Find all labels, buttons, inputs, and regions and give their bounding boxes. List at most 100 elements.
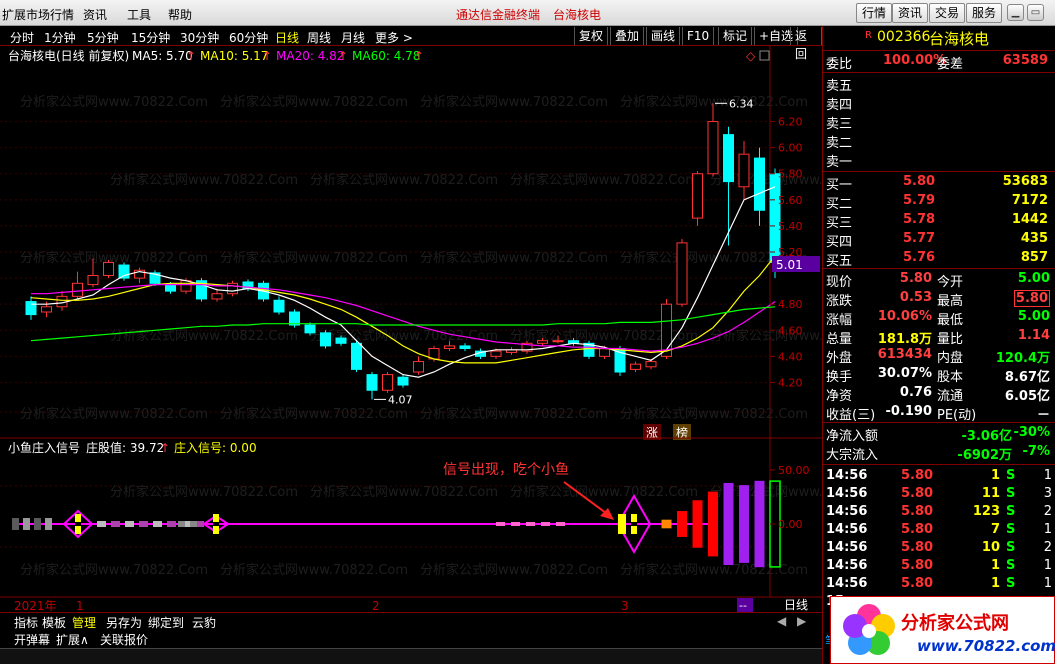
- candle-body: [351, 342, 362, 370]
- tick-price: 5.80: [901, 540, 934, 555]
- period-5min[interactable]: 5分钟: [87, 29, 119, 46]
- sell-level-label: 卖一: [826, 155, 853, 170]
- sell-level-row: 卖二: [823, 132, 1055, 151]
- flow-value: -3.06亿: [961, 429, 1012, 444]
- menu-tools[interactable]: 工具: [127, 6, 151, 23]
- tab-cloud[interactable]: 云豹: [192, 614, 216, 631]
- period-15min[interactable]: 15分钟: [131, 29, 170, 46]
- candle-body: [41, 306, 52, 313]
- stat-value: 0.76: [899, 385, 932, 400]
- tick-time: 14:56: [826, 540, 868, 555]
- indicator-mark: [178, 521, 185, 527]
- period-weekly[interactable]: 周线: [307, 29, 331, 46]
- draw-line-button[interactable]: 画线: [646, 27, 681, 45]
- stat-value: 8.67亿: [1004, 370, 1050, 385]
- scroll-right-icon[interactable]: ▶: [797, 614, 806, 628]
- bottom-toolbar: 开弹幕 扩展∧ 关联报价: [0, 630, 822, 648]
- tab-template[interactable]: 模板: [42, 614, 66, 631]
- candle-body: [87, 274, 99, 286]
- tick-time: 14:56: [826, 558, 868, 573]
- watermark-text: 分析家公式网www.70822.Com: [310, 172, 498, 188]
- quote-stat-row: 换手 30.07% 股本 8.67亿: [823, 366, 1055, 385]
- tick-side: S: [1006, 504, 1016, 519]
- stat-value: 10.06%: [877, 309, 932, 324]
- menu-market[interactable]: 扩展市场行情: [2, 6, 74, 23]
- cycle-label[interactable]: 日线: [784, 598, 808, 612]
- info-button[interactable]: 资讯: [892, 3, 929, 23]
- candle-body: [459, 345, 471, 350]
- f10-button[interactable]: F10: [682, 27, 715, 45]
- period-60min[interactable]: 60分钟: [229, 29, 268, 46]
- toggle-danmaku[interactable]: 开弹幕: [14, 631, 50, 648]
- ma60-legend: MA60: 4.78: [352, 49, 420, 63]
- back-button[interactable]: 返回: [790, 27, 822, 61]
- period-monthly[interactable]: 月线: [341, 29, 365, 46]
- buy-level-row: 买二 5.79 7172: [823, 193, 1055, 212]
- watermark-text: 分析家公式网www.70822.Com: [420, 406, 608, 422]
- minimize-icon[interactable]: ▁: [1007, 4, 1024, 21]
- candle-body: [692, 173, 703, 219]
- candle-body: [413, 361, 424, 373]
- expand-button[interactable]: 扩展∧: [56, 631, 89, 648]
- kline-chart[interactable]: 分析家公式网www.70822.Com 分析家公式网www.70822.Com 分析…: [0, 46, 822, 616]
- stat-value: -0.190: [885, 404, 932, 419]
- tab-save-as[interactable]: 另存为: [106, 614, 142, 631]
- indicator-mark: [496, 522, 505, 526]
- ytick-label: 4.40: [778, 350, 803, 363]
- period-1min[interactable]: 1分钟: [44, 29, 76, 46]
- stat-label: 量比: [937, 332, 964, 347]
- stat-label: 净资: [826, 389, 853, 404]
- ytick-label: 5.60: [778, 194, 803, 207]
- scroll-left-icon[interactable]: ◀: [777, 614, 786, 628]
- tab-indicator[interactable]: 指标: [14, 614, 38, 631]
- period-daily[interactable]: 日线: [275, 29, 299, 46]
- chart-box-icon[interactable]: [759, 50, 770, 61]
- indicator-mark: [34, 518, 41, 530]
- watermark-text: 分析家公式网www.70822.Com: [20, 94, 208, 110]
- candle-body: [304, 324, 316, 334]
- tick-row: 14:56 5.80 1 S 1: [823, 558, 1055, 576]
- period-30min[interactable]: 30分钟: [180, 29, 219, 46]
- watermark-text: 分析家公式网www.70822.Com: [20, 406, 208, 422]
- tick-volume: 1: [990, 468, 1000, 483]
- quote-panel: R 002366 台海核电 委比 100.00% 委差 63589 卖五 卖四 卖三…: [822, 26, 1055, 664]
- quote-stat-row: 现价 5.80 今开 5.00: [823, 271, 1055, 290]
- candle-body: [397, 376, 409, 386]
- tick-time: 14:56: [826, 504, 868, 519]
- restore-icon[interactable]: ▭: [1027, 4, 1044, 21]
- buy-level-price: 5.76: [903, 250, 936, 265]
- period-timeshare[interactable]: 分时: [10, 29, 34, 46]
- stat-label: 最高: [937, 294, 964, 309]
- tick-volume: 11: [981, 486, 1000, 501]
- indicator-mark: [111, 521, 120, 527]
- candle-body: [661, 303, 672, 357]
- period-more[interactable]: 更多 >: [375, 29, 413, 46]
- watermark-text: 分析家公式网www.70822.Com: [220, 250, 408, 266]
- candle-body: [366, 374, 378, 391]
- trade-button[interactable]: 交易: [929, 3, 966, 23]
- flow-percent: -7%: [1022, 444, 1050, 459]
- candle-body: [738, 153, 750, 188]
- restore-rights-button[interactable]: 复权: [574, 27, 609, 45]
- menu-news[interactable]: 资讯: [83, 6, 107, 23]
- related-quote-button[interactable]: 关联报价: [100, 631, 148, 648]
- low-price-label: 4.07: [388, 393, 413, 406]
- buy-level-row: 买一 5.80 53683: [823, 174, 1055, 193]
- fund-flow-row: 净流入额 -3.06亿 -30%: [823, 425, 1055, 444]
- mark-button[interactable]: 标记: [718, 27, 753, 45]
- watermark-text: 分析家公式网www.70822.Com: [510, 484, 698, 500]
- ma60-arrow: ↑: [414, 49, 424, 63]
- quote-button[interactable]: 行情: [856, 3, 893, 23]
- chart-diamond-icon[interactable]: ◇: [746, 49, 756, 63]
- menu-help[interactable]: 帮助: [168, 6, 192, 23]
- tick-price: 5.80: [901, 558, 934, 573]
- buy-level-row: 买三 5.78 1442: [823, 212, 1055, 231]
- price-axis: 6.206.005.805.605.405.204.804.604.404.20: [770, 116, 803, 389]
- quote-stat-row: 收益(三) -0.190 PE(动) －: [823, 404, 1055, 423]
- tab-bind-to[interactable]: 绑定到: [148, 614, 184, 631]
- tab-manage[interactable]: 管理: [72, 614, 96, 631]
- sell-level-row: 卖三: [823, 113, 1055, 132]
- service-button[interactable]: 服务: [966, 3, 1003, 23]
- candle-body: [676, 242, 688, 305]
- overlay-button[interactable]: 叠加: [610, 27, 645, 45]
